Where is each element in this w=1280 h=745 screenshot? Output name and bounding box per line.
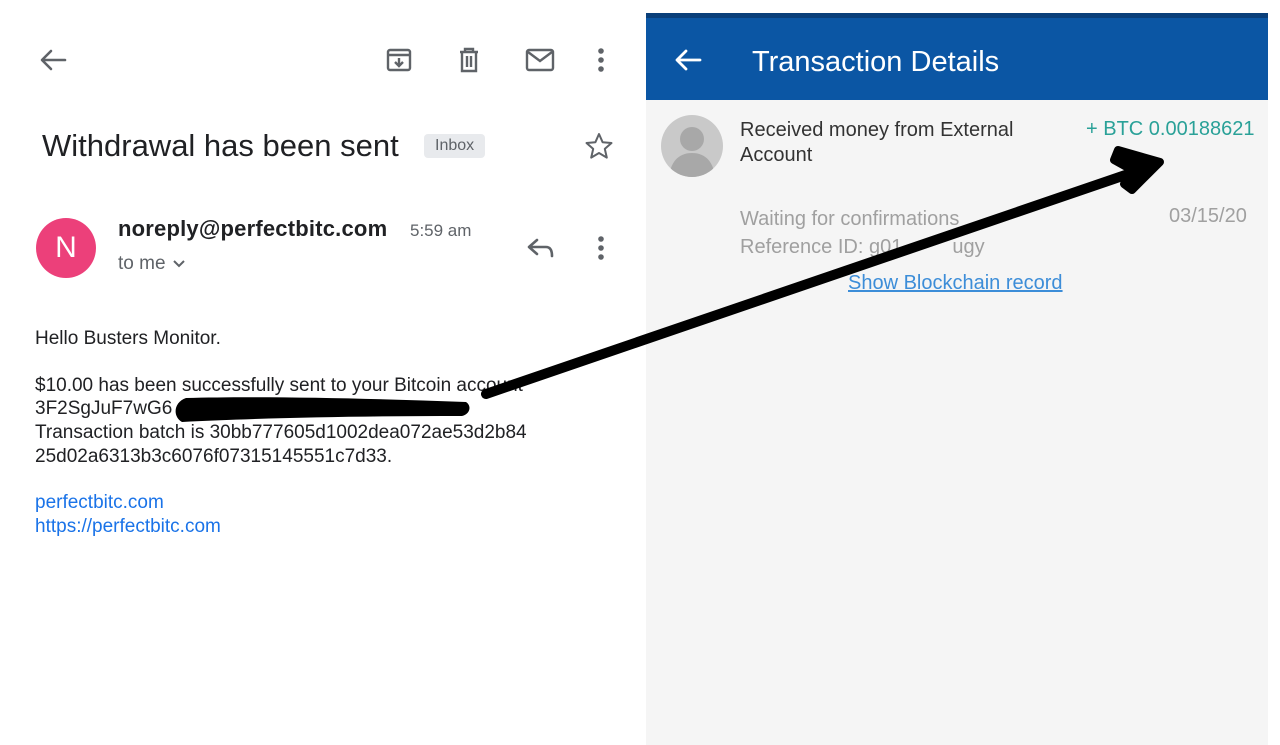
confirmation-status: Waiting for confirmations [740,208,960,230]
wallet-pane: Transaction Details Received money from … [646,0,1280,745]
sender-address[interactable]: noreply@perfectbitc.com [118,216,387,242]
email-body-line-4: 25d02a6313b3c6076f07315145551c7d33. [35,446,393,467]
recipient-toggle[interactable]: to me [118,253,186,275]
show-blockchain-record-link[interactable]: Show Blockchain record [848,272,1063,295]
wallet-app-bar: Transaction Details [646,13,1268,100]
email-body-line-2: 3F2SgJuF7wG6 [35,398,173,419]
chevron-down-icon [172,259,186,269]
reference-id: Reference ID: g01 ugy [740,236,985,258]
archive-icon[interactable] [380,42,418,78]
top-margin [646,0,1280,13]
back-arrow-icon[interactable] [33,42,73,78]
mail-icon[interactable] [520,42,560,78]
email-time: 5:59 am [410,221,472,240]
link-perfectbitc[interactable]: perfectbitc.com [35,492,164,514]
account-avatar-icon [661,115,723,177]
right-margin [1268,0,1280,745]
more-vertical-icon[interactable] [588,42,614,78]
inbox-label-badge[interactable]: Inbox [424,134,486,158]
transaction-amount: + BTC 0.00188621 [1086,118,1255,140]
email-body-line-1: $10.00 has been successfully sent to you… [35,375,523,396]
email-pane: Withdrawal has been sent Inbox N noreply… [0,0,646,745]
star-icon[interactable] [580,128,618,164]
transaction-date: 03/15/20 [1169,205,1247,227]
email-body-line-3: Transaction batch is 30bb777605d1002dea0… [35,422,527,443]
email-subject: Withdrawal has been sent [42,128,399,163]
recipient-label: to me [118,253,166,274]
wallet-back-arrow-icon[interactable] [670,44,706,76]
reply-icon[interactable] [522,230,560,266]
trash-icon[interactable] [450,42,488,78]
transaction-status: Waiting for confirmations Reference ID: … [740,205,985,261]
email-greeting: Hello Busters Monitor. [35,328,221,349]
wallet-title: Transaction Details [752,46,1000,78]
sender-avatar[interactable]: N [36,218,96,278]
sender-more-icon[interactable] [588,230,614,266]
transaction-description: Received money from External Account [740,119,1014,166]
link-perfectbitc-https[interactable]: https://perfectbitc.com [35,516,221,538]
